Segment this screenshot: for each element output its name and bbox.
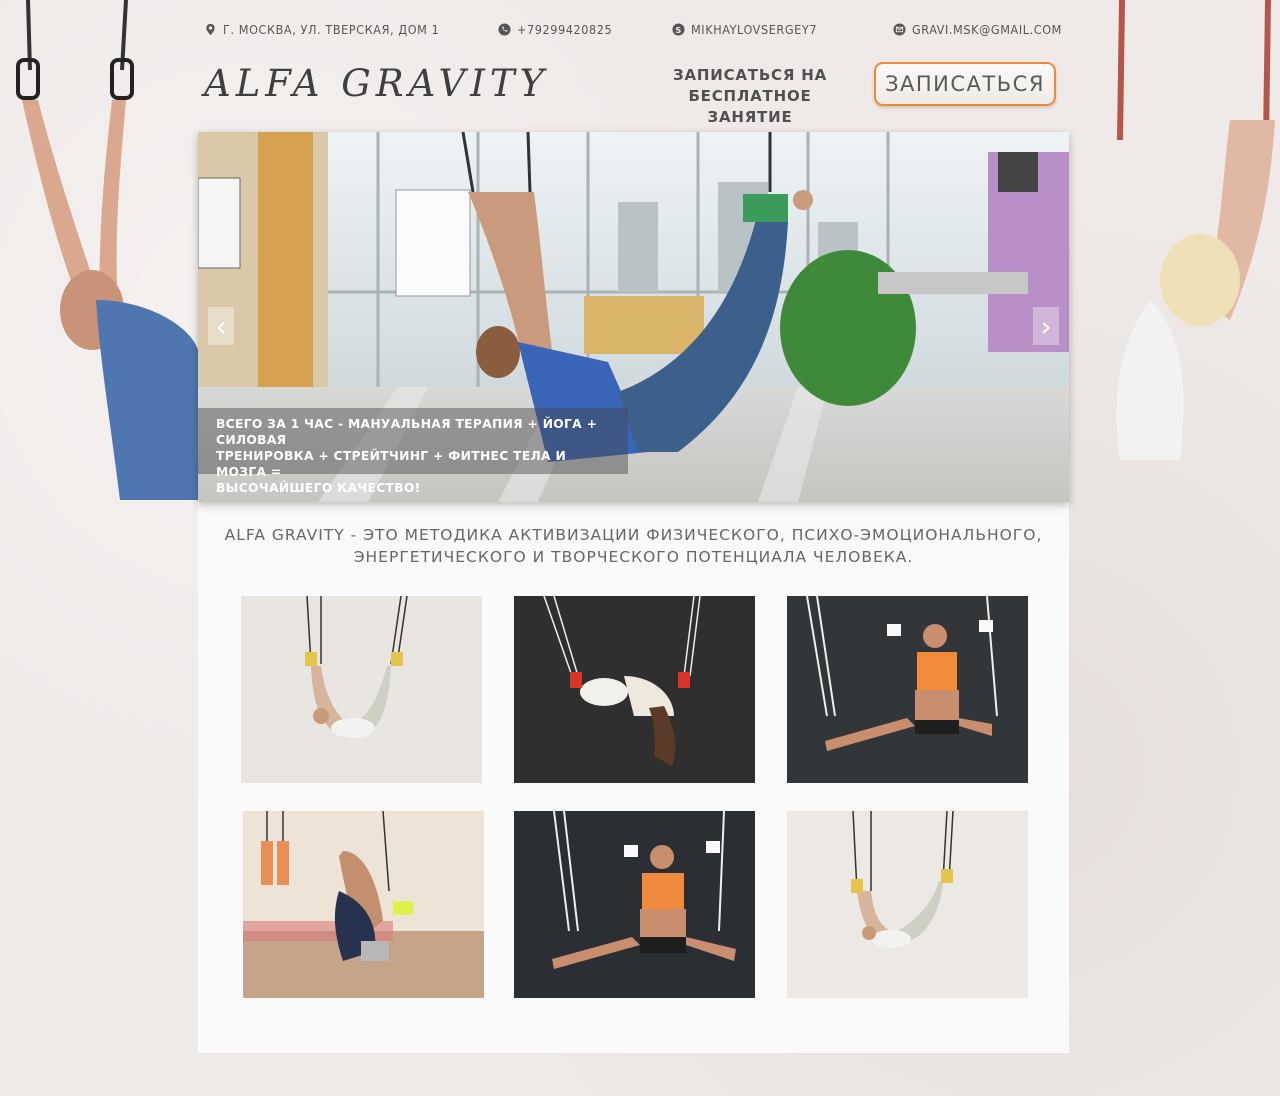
about-line-2: ЭНЕРГЕТИЧЕСКОГО И ТВОРЧЕСКОГО ПОТЕНЦИАЛА… bbox=[353, 548, 914, 566]
address-item: Г. МОСКВА, УЛ. ТВЕРСКАЯ, ДОМ 1 bbox=[204, 22, 439, 37]
skype-item[interactable]: S MIKHAYLOVSERGEY7 bbox=[672, 22, 817, 37]
mail-icon bbox=[893, 23, 906, 36]
cta-line-1: ЗАПИСАТЬСЯ НА bbox=[673, 66, 827, 84]
content-panel: ‹ › ВСЕГО ЗА 1 ЧАС - МАНУАЛЬНАЯ ТЕРАПИЯ … bbox=[198, 132, 1069, 1053]
gallery-photo-3[interactable] bbox=[787, 596, 1028, 783]
cta-line-2: БЕСПЛАТНОЕ ЗАНЯТИЕ bbox=[688, 87, 812, 126]
skype-icon: S bbox=[672, 23, 685, 36]
caption-line-1: ВСЕГО ЗА 1 ЧАС - МАНУАЛЬНАЯ ТЕРАПИЯ + ЙО… bbox=[216, 417, 598, 447]
signup-button[interactable]: ЗАПИСАТЬСЯ bbox=[874, 62, 1056, 106]
skype-link[interactable]: MIKHAYLOVSERGEY7 bbox=[691, 22, 817, 37]
photo-gallery bbox=[241, 596, 1028, 999]
contact-bar: Г. МОСКВА, УЛ. ТВЕРСКАЯ, ДОМ 1 +79299420… bbox=[204, 22, 1062, 42]
svg-text:S: S bbox=[675, 25, 682, 35]
gallery-photo-2[interactable] bbox=[514, 596, 755, 783]
left-athlete-image bbox=[0, 0, 200, 500]
cta-text: ЗАПИСАТЬСЯ НА БЕСПЛАТНОЕ ЗАНЯТИЕ bbox=[644, 65, 856, 128]
phone-item[interactable]: +79299420825 bbox=[498, 22, 612, 37]
site-logo[interactable]: ALFA GRAVITY bbox=[204, 62, 549, 105]
caption-line-3: ВЫСОЧАЙШЕГО КАЧЕСТВО! bbox=[216, 481, 421, 495]
hero-slider: ‹ › ВСЕГО ЗА 1 ЧАС - МАНУАЛЬНАЯ ТЕРАПИЯ … bbox=[198, 132, 1069, 502]
slider-prev-button[interactable]: ‹ bbox=[208, 307, 234, 345]
email-item[interactable]: GRAVI.MSK@GMAIL.COM bbox=[893, 22, 1062, 37]
phone-icon bbox=[498, 23, 511, 36]
gallery-photo-5[interactable] bbox=[514, 811, 755, 998]
slide-caption: ВСЕГО ЗА 1 ЧАС - МАНУАЛЬНАЯ ТЕРАПИЯ + ЙО… bbox=[198, 408, 628, 495]
map-pin-icon bbox=[206, 23, 215, 36]
caption-line-2: ТРЕНИРОВКА + СТРЕЙТЧИНГ + ФИТНЕС ТЕЛА И … bbox=[216, 449, 567, 479]
phone-link[interactable]: +79299420825 bbox=[517, 22, 612, 37]
gallery-photo-1[interactable] bbox=[241, 596, 482, 783]
slider-next-button[interactable]: › bbox=[1033, 307, 1059, 345]
about-line-1: ALFA GRAVITY - ЭТО МЕТОДИКА АКТИВИЗАЦИИ … bbox=[224, 526, 1043, 544]
gallery-photo-6[interactable] bbox=[787, 811, 1028, 998]
about-text: ALFA GRAVITY - ЭТО МЕТОДИКА АКТИВИЗАЦИИ … bbox=[198, 524, 1069, 568]
right-athlete-image bbox=[1080, 0, 1280, 500]
gallery-photo-4[interactable] bbox=[243, 811, 484, 998]
address-text: Г. МОСКВА, УЛ. ТВЕРСКАЯ, ДОМ 1 bbox=[223, 22, 440, 37]
email-link[interactable]: GRAVI.MSK@GMAIL.COM bbox=[912, 22, 1062, 37]
